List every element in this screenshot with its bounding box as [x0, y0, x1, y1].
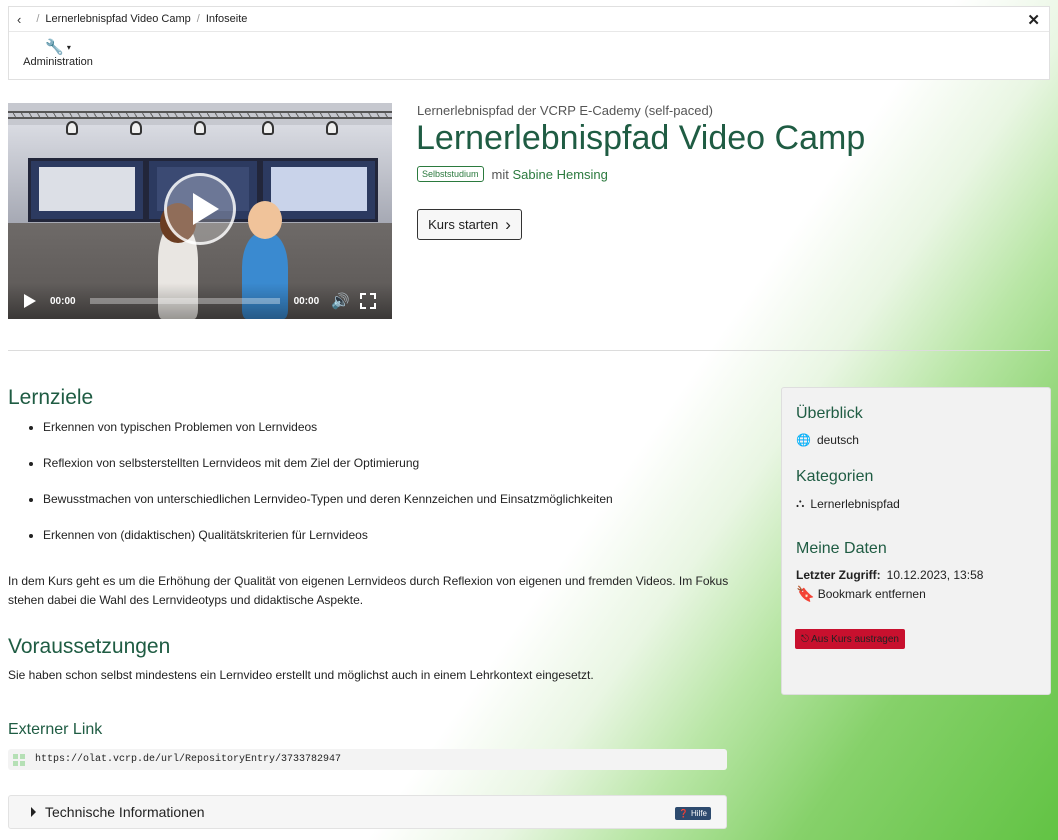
- close-icon[interactable]: ✕: [1027, 11, 1040, 29]
- chevron-right-icon: ›: [505, 215, 511, 234]
- breadcrumb-separator: /: [36, 13, 40, 25]
- spotlight-icon: [130, 121, 142, 135]
- start-course-label: Kurs starten: [428, 217, 499, 232]
- spotlight-icon: [66, 121, 78, 135]
- qr-code-icon[interactable]: [13, 753, 25, 766]
- course-author: mit Sabine Hemsing: [492, 167, 608, 182]
- course-video-player[interactable]: 00:00 00:00 🔊: [8, 103, 392, 319]
- video-scene-truss: [8, 111, 392, 119]
- course-meta: Selbststudium mit Sabine Hemsing: [417, 166, 608, 182]
- section-divider: [8, 350, 1050, 351]
- list-item: Bewusstmachen von unterschiedlichen Lern…: [43, 492, 613, 528]
- video-current-time: 00:00: [50, 295, 76, 307]
- administration-label: Administration: [23, 56, 93, 68]
- list-item: Reflexion von selbsterstellten Lernvideo…: [43, 456, 613, 492]
- course-subtitle: Lernerlebnispfad der VCRP E-Cademy (self…: [417, 103, 714, 118]
- sitemap-icon: ⛬: [796, 496, 805, 510]
- external-link-url[interactable]: https://olat.vcrp.de/url/RepositoryEntry…: [35, 754, 341, 765]
- my-data-heading: Meine Daten: [796, 540, 887, 557]
- list-item: Erkennen von (didaktischen) Qualitätskri…: [43, 528, 613, 564]
- bookmark-label: Bookmark entfernen: [817, 587, 926, 601]
- technical-info-toggle[interactable]: Technische Informationen ❓ Hilfe: [8, 795, 727, 829]
- spotlight-icon: [262, 121, 274, 135]
- bookmark-icon: 🔖: [796, 586, 815, 603]
- language-row: 🌐 deutsch: [796, 433, 859, 447]
- language-value: deutsch: [816, 433, 859, 447]
- breadcrumb: ‹ / Lernerlebnispfad Video Camp / Infose…: [9, 7, 1049, 32]
- chevron-down-icon: ▾: [66, 42, 71, 52]
- video-duration: 00:00: [293, 295, 320, 307]
- bookmark-remove-link[interactable]: 🔖 Bookmark entfernen: [796, 585, 926, 603]
- course-sidebar: Überblick 🌐 deutsch Kategorien ⛬ Lernerl…: [781, 387, 1051, 695]
- last-access-label: Letzter Zugriff:: [796, 568, 881, 582]
- wrench-icon: 🔧: [45, 39, 64, 56]
- volume-icon[interactable]: 🔊: [331, 292, 350, 310]
- play-icon[interactable]: [24, 293, 37, 309]
- top-toolbar: ‹ / Lernerlebnispfad Video Camp / Infose…: [8, 6, 1050, 80]
- breadcrumb-separator: /: [196, 13, 200, 25]
- last-access-value: 10.12.2023, 13:58: [886, 568, 984, 582]
- spotlight-icon: [326, 121, 338, 135]
- course-description: In dem Kurs geht es um die Erhöhung der …: [8, 574, 729, 607]
- last-access-row: Letzter Zugriff: 10.12.2023, 13:58: [796, 568, 983, 582]
- course-title: Lernerlebnispfad Video Camp: [416, 119, 866, 157]
- external-link-heading: Externer Link: [8, 721, 103, 738]
- list-item: Erkennen von typischen Problemen von Ler…: [43, 420, 613, 456]
- caret-right-icon: [31, 807, 36, 817]
- overview-heading: Überblick: [796, 405, 863, 422]
- author-name: Sabine Hemsing: [512, 166, 608, 182]
- technical-info-label: Technische Informationen: [45, 804, 205, 820]
- leave-course-button[interactable]: ⎋ Aus Kurs austragen: [795, 629, 905, 649]
- breadcrumb-item-course[interactable]: Lernerlebnispfad Video Camp: [45, 13, 190, 25]
- course-type-badge: Selbststudium: [417, 166, 484, 182]
- video-scene-screen: [28, 158, 146, 222]
- administration-menu-button[interactable]: 🔧 ▾ Administration: [23, 38, 93, 68]
- categories-heading: Kategorien: [796, 468, 874, 485]
- globe-icon: 🌐: [796, 433, 811, 447]
- video-play-overlay-button[interactable]: [164, 173, 236, 245]
- lernziele-list: Erkennen von typischen Problemen von Ler…: [43, 420, 613, 564]
- video-progress-bar[interactable]: [89, 298, 280, 304]
- voraussetzungen-heading: Voraussetzungen: [8, 635, 171, 658]
- fullscreen-icon[interactable]: [359, 293, 376, 309]
- spotlight-icon: [194, 121, 206, 135]
- category-row[interactable]: ⛬ Lernerlebnispfad: [796, 496, 900, 511]
- lernziele-heading: Lernziele: [8, 386, 94, 409]
- back-icon[interactable]: ‹: [17, 12, 21, 27]
- start-course-button[interactable]: Kurs starten ›: [417, 209, 522, 240]
- video-controls: 00:00 00:00 🔊: [8, 283, 392, 319]
- external-link-field[interactable]: https://olat.vcrp.de/url/RepositoryEntry…: [8, 749, 727, 770]
- voraussetzungen-text: Sie haben schon selbst mindestens ein Le…: [8, 668, 594, 682]
- video-character-head: [248, 201, 282, 239]
- author-prefix: mit: [491, 166, 509, 182]
- breadcrumb-item-infoseite: Infoseite: [205, 13, 248, 25]
- category-link[interactable]: Lernerlebnispfad: [810, 497, 899, 511]
- help-button[interactable]: ❓ Hilfe: [674, 807, 711, 820]
